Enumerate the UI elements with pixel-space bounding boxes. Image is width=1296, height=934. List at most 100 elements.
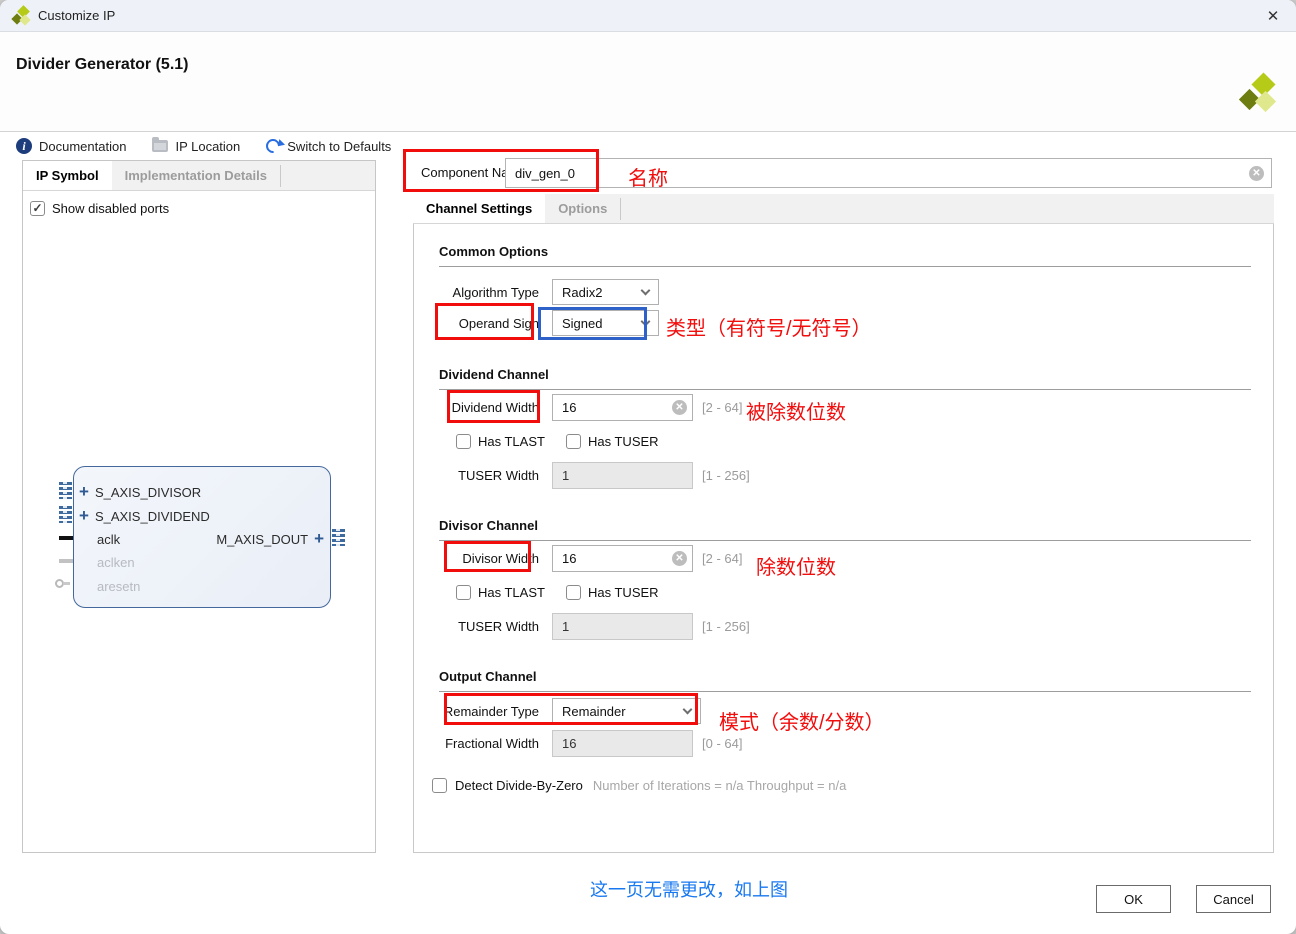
bus-connector-icon [332, 529, 345, 546]
page-title: Divider Generator (5.1) [16, 56, 189, 74]
component-name-input[interactable] [505, 158, 1272, 188]
configuration-panel: Component Name ✕ 名称 Channel Settings Opt… [413, 132, 1274, 862]
detect-divide-by-zero-checkbox[interactable] [432, 778, 447, 793]
bus-connector-icon [59, 482, 72, 499]
port-s-axis-dividend[interactable]: + S_AXIS_DIVIDEND [79, 506, 210, 526]
tab-options[interactable]: Options [545, 194, 620, 223]
expand-plus-icon[interactable]: + [79, 509, 89, 523]
annotation-footer-note: 这一页无需更改，如上图 [590, 876, 788, 902]
section-rule [439, 540, 1251, 541]
detect-divide-by-zero-label: Detect Divide-By-Zero [455, 778, 583, 793]
fractional-width-input [552, 730, 693, 757]
divisor-has-tuser: Has TUSER [566, 585, 676, 600]
has-tuser-label: Has TUSER [588, 585, 659, 600]
chevron-down-icon [683, 705, 693, 715]
port-label: aclken [97, 555, 135, 570]
has-tuser-checkbox[interactable] [566, 434, 581, 449]
has-tlast-label: Has TLAST [478, 434, 545, 449]
clear-icon[interactable]: ✕ [1249, 166, 1264, 181]
ip-symbol-block: + S_AXIS_DIVISOR + S_AXIS_DIVIDEND aclk … [73, 466, 331, 608]
remainder-type-select[interactable]: Remainder [552, 698, 701, 724]
show-disabled-ports-checkbox[interactable] [30, 201, 45, 216]
documentation-label: Documentation [39, 139, 126, 154]
info-icon: i [16, 138, 32, 154]
expand-plus-icon[interactable]: + [79, 485, 89, 499]
dividend-width-range: [2 - 64] [702, 400, 742, 415]
tab-divider [620, 198, 621, 220]
xilinx-logo-large-icon [1240, 76, 1278, 114]
tuser-width-range: [1 - 256] [702, 619, 750, 634]
tab-channel-settings[interactable]: Channel Settings [413, 194, 545, 223]
section-divisor-channel: Divisor Channel [439, 518, 538, 533]
iterations-info: Number of Iterations = n/a Throughput = … [593, 778, 846, 793]
dividend-tuser-width-input [552, 462, 693, 489]
tuser-width-label: TUSER Width [439, 619, 539, 634]
has-tuser-checkbox[interactable] [566, 585, 581, 600]
operand-sign-select[interactable]: Signed [552, 310, 659, 336]
dividend-flags-row: Has TLAST Has TUSER [456, 434, 676, 449]
section-output-channel: Output Channel [439, 669, 537, 684]
port-s-axis-divisor[interactable]: + S_AXIS_DIVISOR [79, 482, 201, 502]
dividend-has-tlast: Has TLAST [456, 434, 566, 449]
tab-divider [280, 165, 281, 187]
ip-symbol-panel: IP Symbol Implementation Details Show di… [22, 160, 376, 853]
cancel-button[interactable]: Cancel [1196, 885, 1271, 913]
divisor-width-range: [2 - 64] [702, 551, 742, 566]
has-tuser-label: Has TUSER [588, 434, 659, 449]
chevron-down-icon [641, 317, 651, 327]
section-rule [439, 389, 1251, 390]
annotation-divisor-note: 除数位数 [756, 551, 836, 580]
ip-location-button[interactable]: IP Location [152, 139, 240, 154]
port-aclk: aclk [97, 529, 120, 549]
chevron-down-icon [641, 286, 651, 296]
reset-pin-icon [55, 579, 64, 588]
port-label: S_AXIS_DIVIDEND [95, 509, 210, 524]
left-panel-tabs: IP Symbol Implementation Details [23, 161, 375, 191]
port-aresetn: aresetn [97, 576, 140, 596]
divisor-width-label: Divisor Width [439, 551, 539, 566]
documentation-button[interactable]: i Documentation [16, 138, 126, 154]
has-tlast-checkbox[interactable] [456, 434, 471, 449]
title-bar: Customize IP ✕ [0, 0, 1296, 32]
has-tlast-checkbox[interactable] [456, 585, 471, 600]
port-m-axis-dout[interactable]: M_AXIS_DOUT + [216, 529, 324, 549]
tuser-width-range: [1 - 256] [702, 468, 750, 483]
toolbar: i Documentation IP Location Switch to De… [16, 138, 391, 154]
tab-ip-symbol[interactable]: IP Symbol [23, 161, 112, 190]
algorithm-type-label: Algorithm Type [439, 285, 539, 300]
section-common-options: Common Options [439, 244, 548, 259]
annotation-operand-sign-note: 类型（有符号/无符号） [666, 312, 872, 341]
remainder-type-label: Remainder Type [439, 704, 539, 719]
folder-icon [152, 140, 168, 152]
has-tlast-label: Has TLAST [478, 585, 545, 600]
ok-button[interactable]: OK [1096, 885, 1171, 913]
port-aclken: aclken [97, 552, 135, 572]
port-label: S_AXIS_DIVISOR [95, 485, 201, 500]
port-label: aclk [97, 532, 120, 547]
window-title: Customize IP [38, 8, 115, 23]
annotation-dividend-note: 被除数位数 [746, 396, 846, 425]
bus-connector-icon [59, 506, 72, 523]
fractional-width-label: Fractional Width [439, 736, 539, 751]
port-label: aresetn [97, 579, 140, 594]
algorithm-type-select[interactable]: Radix2 [552, 279, 659, 305]
disabled-pin-icon [59, 559, 73, 563]
divisor-width-row: Divisor Width ✕ [2 - 64] [439, 545, 742, 572]
divisor-flags-row: Has TLAST Has TUSER [456, 585, 676, 600]
section-dividend-channel: Dividend Channel [439, 367, 549, 382]
clear-icon[interactable]: ✕ [672, 551, 687, 566]
annotation-remainder-note: 模式（余数/分数） [719, 706, 885, 735]
ip-location-label: IP Location [175, 139, 240, 154]
show-disabled-ports-label: Show disabled ports [52, 201, 169, 216]
tab-implementation-details[interactable]: Implementation Details [112, 161, 280, 190]
section-rule [439, 266, 1251, 267]
expand-plus-icon[interactable]: + [314, 532, 324, 546]
fractional-width-row: Fractional Width [0 - 64] [439, 730, 742, 757]
detect-dbz-row: Detect Divide-By-Zero Number of Iteratio… [432, 778, 846, 793]
close-icon[interactable]: ✕ [1260, 3, 1286, 29]
clock-pin-icon [59, 536, 73, 540]
clear-icon[interactable]: ✕ [672, 400, 687, 415]
dividend-has-tuser: Has TUSER [566, 434, 676, 449]
switch-to-defaults-button[interactable]: Switch to Defaults [266, 139, 391, 154]
section-rule [439, 691, 1251, 692]
